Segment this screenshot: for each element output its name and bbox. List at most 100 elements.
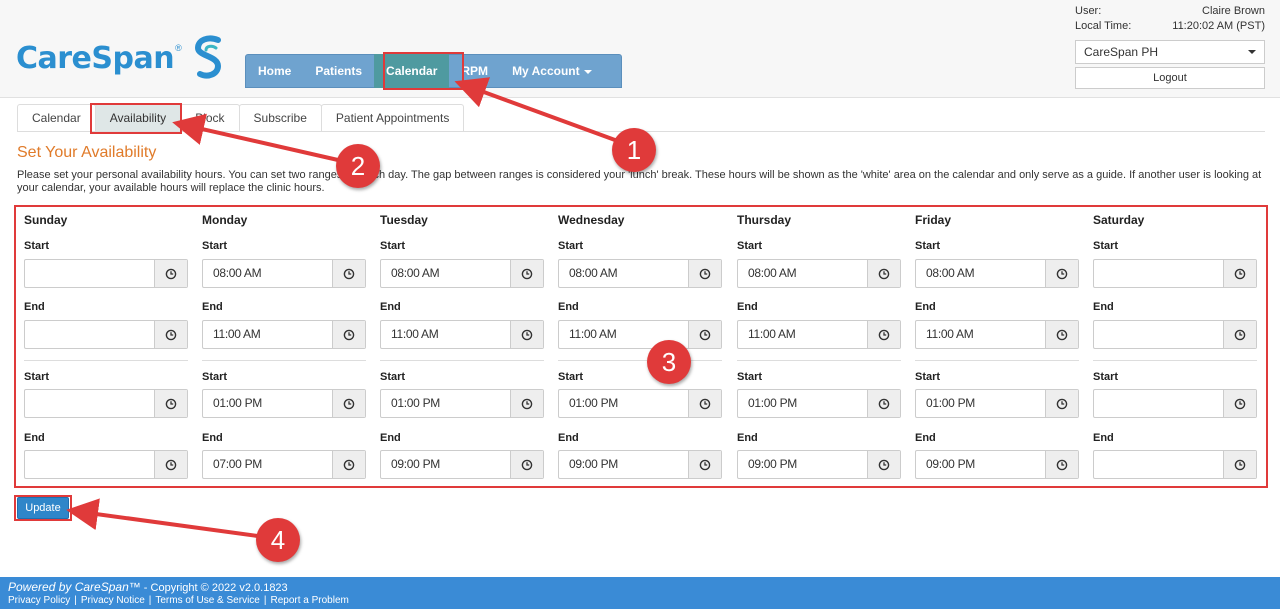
tuesday-range2-start-input[interactable]: 01:00 PM — [380, 389, 544, 418]
clock-icon[interactable] — [1045, 321, 1078, 348]
time-value: 01:00 PM — [748, 396, 797, 410]
clock-icon[interactable] — [332, 321, 365, 348]
day-name-friday: Friday — [915, 213, 952, 227]
saturday-range2-start-input[interactable] — [1093, 389, 1257, 418]
clock-icon[interactable] — [1223, 451, 1256, 478]
monday-range1-start-input[interactable]: 08:00 AM — [202, 259, 366, 288]
nav-my-account-label: My Account — [512, 64, 580, 78]
range2-start-label: Start — [1093, 371, 1119, 383]
clock-icon[interactable] — [510, 451, 543, 478]
monday-range2-start-input[interactable]: 01:00 PM — [202, 389, 366, 418]
terms-link[interactable]: Terms of Use & Service — [155, 595, 259, 606]
clock-icon[interactable] — [332, 451, 365, 478]
day-name-wednesday: Wednesday — [558, 213, 625, 227]
availability-help-text: Please set your personal availability ho… — [17, 169, 1262, 194]
tab-block[interactable]: Block — [180, 104, 240, 132]
step-badge-1: 1 — [612, 128, 656, 172]
clock-icon[interactable] — [1223, 260, 1256, 287]
nav-rpm[interactable]: RPM — [449, 54, 500, 88]
day-name-tuesday: Tuesday — [380, 213, 428, 227]
tab-patient-appointments[interactable]: Patient Appointments — [320, 104, 465, 132]
clock-icon[interactable] — [688, 390, 721, 417]
thursday-range1-end-input[interactable]: 11:00 AM — [737, 320, 901, 349]
clock-icon[interactable] — [867, 390, 900, 417]
report-problem-link[interactable]: Report a Problem — [270, 595, 348, 606]
privacy-policy-link[interactable]: Privacy Policy — [8, 595, 70, 606]
clock-icon[interactable] — [510, 321, 543, 348]
clock-icon[interactable] — [1045, 260, 1078, 287]
thursday-range2-end-input[interactable]: 09:00 PM — [737, 450, 901, 479]
friday-range2-end-input[interactable]: 09:00 PM — [915, 450, 1079, 479]
clock-icon[interactable] — [688, 451, 721, 478]
carespan-logo[interactable]: CareSpan ® — [16, 34, 226, 82]
tab-subscribe[interactable]: Subscribe — [238, 104, 322, 132]
clock-icon[interactable] — [332, 390, 365, 417]
privacy-notice-link[interactable]: Privacy Notice — [81, 595, 145, 606]
user-label: User: — [1075, 5, 1102, 17]
nav-rpm-label: RPM — [461, 64, 489, 78]
clock-icon[interactable] — [154, 390, 187, 417]
arrow-4 — [66, 498, 259, 538]
nav-calendar[interactable]: Calendar — [374, 54, 450, 88]
nav-patients-label: Patients — [315, 64, 363, 78]
range-divider — [558, 360, 722, 361]
clock-icon[interactable] — [154, 321, 187, 348]
tuesday-range1-end-input[interactable]: 11:00 AM — [380, 320, 544, 349]
update-button[interactable]: Update — [17, 497, 69, 519]
friday-range1-end-input[interactable]: 11:00 AM — [915, 320, 1079, 349]
step-badge-2: 2 — [336, 144, 380, 188]
clock-icon[interactable] — [688, 260, 721, 287]
clock-icon[interactable] — [154, 451, 187, 478]
sunday-range2-end-input[interactable] — [24, 450, 188, 479]
time-value — [1094, 260, 1223, 287]
range2-end-label: End — [202, 432, 223, 444]
clock-icon[interactable] — [1223, 390, 1256, 417]
monday-range1-end-input[interactable]: 11:00 AM — [202, 320, 366, 349]
clock-icon[interactable] — [510, 260, 543, 287]
tuesday-range1-start-input[interactable]: 08:00 AM — [380, 259, 544, 288]
clinic-select[interactable]: CareSpan PH — [1075, 40, 1265, 64]
friday-range1-start-input[interactable]: 08:00 AM — [915, 259, 1079, 288]
day-name-monday: Monday — [202, 213, 248, 227]
nav-patients[interactable]: Patients — [303, 54, 374, 88]
clock-icon[interactable] — [332, 260, 365, 287]
sunday-range1-start-input[interactable] — [24, 259, 188, 288]
range2-start-label: Start — [915, 371, 941, 383]
clock-icon[interactable] — [1223, 321, 1256, 348]
time-value: 11:00 AM — [391, 327, 439, 341]
range-divider — [915, 360, 1079, 361]
clock-icon[interactable] — [867, 260, 900, 287]
clock-icon[interactable] — [867, 321, 900, 348]
wednesday-range2-start-input[interactable]: 01:00 PM — [558, 389, 722, 418]
wednesday-range1-end-input[interactable]: 11:00 AM — [558, 320, 722, 349]
monday-range2-end-input[interactable]: 07:00 PM — [202, 450, 366, 479]
wednesday-range2-end-input[interactable]: 09:00 PM — [558, 450, 722, 479]
nav-home-label: Home — [258, 64, 292, 78]
tuesday-range2-end-input[interactable]: 09:00 PM — [380, 450, 544, 479]
range2-end-label: End — [737, 432, 758, 444]
clock-icon[interactable] — [1045, 451, 1078, 478]
time-value: 08:00 AM — [926, 266, 975, 280]
saturday-range2-end-input[interactable] — [1093, 450, 1257, 479]
clock-icon[interactable] — [510, 390, 543, 417]
clock-icon[interactable] — [688, 321, 721, 348]
thursday-range2-start-input[interactable]: 01:00 PM — [737, 389, 901, 418]
logo-wordmark: CareSpan — [16, 40, 175, 76]
thursday-range1-start-input[interactable]: 08:00 AM — [737, 259, 901, 288]
range2-start-label: Start — [737, 371, 763, 383]
clock-icon[interactable] — [154, 260, 187, 287]
sunday-range1-end-input[interactable] — [24, 320, 188, 349]
nav-my-account[interactable]: My Account — [500, 54, 604, 88]
saturday-range1-start-input[interactable] — [1093, 259, 1257, 288]
clock-icon[interactable] — [1045, 390, 1078, 417]
saturday-range1-end-input[interactable] — [1093, 320, 1257, 349]
clock-icon[interactable] — [867, 451, 900, 478]
logout-button[interactable]: Logout — [1075, 67, 1265, 89]
sunday-range2-start-input[interactable] — [24, 389, 188, 418]
tab-availability[interactable]: Availability — [94, 104, 182, 132]
friday-range2-start-input[interactable]: 01:00 PM — [915, 389, 1079, 418]
wednesday-range1-start-input[interactable]: 08:00 AM — [558, 259, 722, 288]
range1-end-label: End — [737, 301, 758, 313]
tab-calendar[interactable]: Calendar — [17, 104, 96, 132]
nav-home[interactable]: Home — [246, 54, 303, 88]
